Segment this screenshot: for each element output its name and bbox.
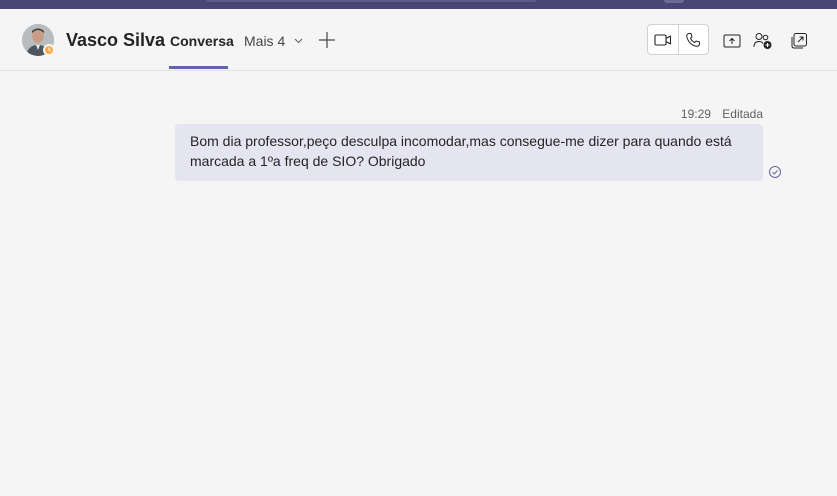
chevron-down-icon — [294, 36, 303, 46]
away-status-icon — [43, 44, 55, 56]
contact-name[interactable]: Vasco Silva — [66, 30, 165, 51]
conversation-pane[interactable]: 19:29 Editada Bom dia professor,peço des… — [0, 71, 837, 496]
pop-out-icon — [791, 33, 807, 49]
message-status — [768, 165, 782, 179]
video-call-icon — [654, 33, 671, 46]
add-tab-button[interactable] — [317, 30, 337, 50]
tab-conversa-label: Conversa — [170, 33, 234, 49]
video-call-button[interactable] — [648, 25, 678, 54]
call-button-group — [647, 24, 709, 55]
message-bubble[interactable]: Bom dia professor,peço desculpa incomoda… — [175, 124, 763, 181]
tab-conversa[interactable]: Conversa — [170, 33, 234, 49]
add-people-button[interactable] — [752, 30, 774, 52]
search-bar-edge[interactable] — [206, 0, 536, 2]
profile-avatar-edge[interactable] — [664, 0, 684, 3]
active-tab-indicator — [169, 66, 228, 69]
audio-call-button[interactable] — [677, 25, 709, 54]
add-people-icon — [753, 33, 772, 49]
share-screen-button[interactable] — [721, 30, 743, 52]
message-text: Bom dia professor,peço desculpa incomoda… — [190, 133, 732, 169]
chat-header: Vasco Silva Conversa Mais 4 — [0, 9, 837, 71]
seen-check-icon — [769, 166, 781, 178]
share-screen-icon — [723, 34, 741, 48]
tab-more-dropdown[interactable]: Mais 4 — [244, 33, 303, 49]
tab-more-label: Mais 4 — [244, 33, 286, 49]
app-top-bar — [0, 0, 837, 9]
message-meta: 19:29 Editada — [681, 107, 763, 121]
audio-call-icon — [686, 32, 701, 47]
message-edited-label: Editada — [722, 107, 763, 121]
message-timestamp: 19:29 — [680, 107, 711, 121]
pop-out-chat-button[interactable] — [788, 30, 810, 52]
plus-icon — [319, 32, 335, 48]
